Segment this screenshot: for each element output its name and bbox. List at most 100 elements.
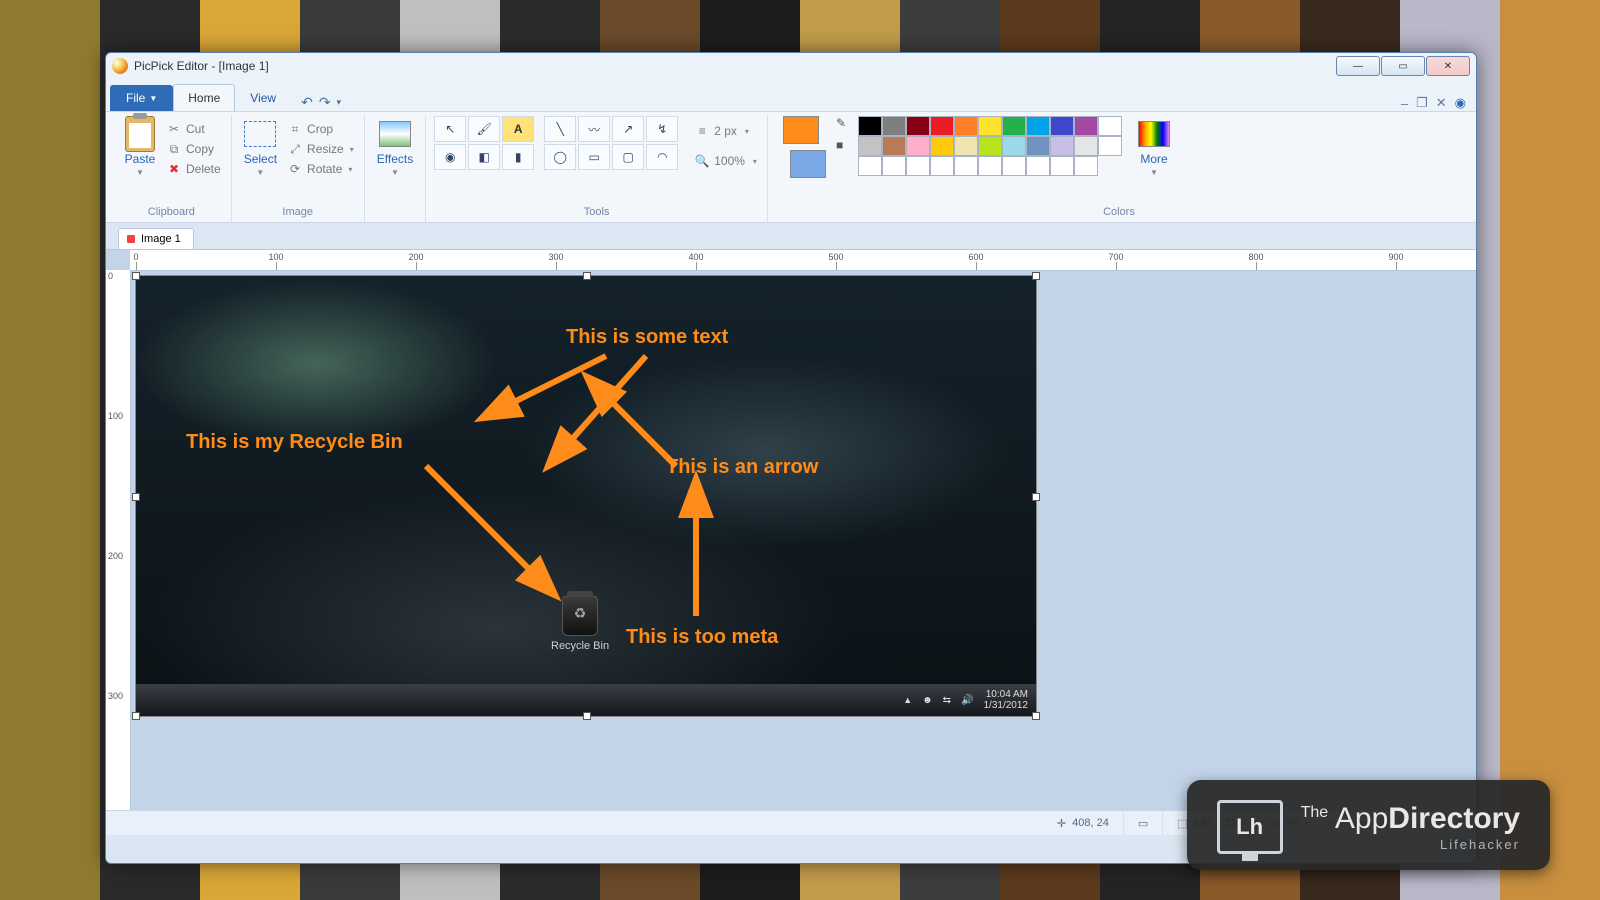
restore-window-button[interactable]: ❐ (1416, 95, 1428, 111)
tool-roundrect[interactable]: ▢ (612, 144, 644, 170)
black-swatch-icon[interactable]: ■ (836, 138, 846, 152)
recycle-bin-icon[interactable]: Recycle Bin (551, 596, 609, 652)
tray-arrow-icon[interactable]: ▲ (903, 695, 912, 705)
color-swatch[interactable] (978, 136, 1002, 156)
color-swatch[interactable] (930, 116, 954, 136)
titlebar[interactable]: PicPick Editor - [Image 1] — ▭ ✕ (106, 53, 1476, 79)
ruler-tick-label: 300 (548, 252, 563, 262)
color-swatch[interactable] (1074, 156, 1098, 176)
foreground-swatch[interactable] (783, 116, 819, 144)
minimize-ribbon-button[interactable]: – (1401, 96, 1408, 111)
tool-eraser[interactable]: ◧ (468, 144, 500, 170)
stroke-width-dropdown[interactable]: ≡2 px▾ (692, 122, 759, 140)
crop-button[interactable]: ⌗Crop (285, 120, 356, 138)
annotation-text[interactable]: This is some text (566, 326, 728, 349)
color-swatch[interactable] (954, 136, 978, 156)
line-weight-icon: ≡ (694, 123, 710, 139)
tray-network-icon[interactable]: ⇆ (943, 695, 951, 706)
zoom-dropdown[interactable]: 🔍100%▾ (692, 152, 759, 170)
tool-text[interactable]: A (502, 116, 534, 142)
cut-button[interactable]: ✂Cut (164, 120, 223, 138)
color-swatch[interactable] (858, 136, 882, 156)
color-swatch[interactable] (906, 116, 930, 136)
help-button[interactable]: ◉ (1455, 95, 1466, 111)
color-swatch[interactable] (1098, 116, 1122, 136)
annotation-text[interactable]: This is an arrow (666, 456, 818, 479)
tool-pointer[interactable]: ↖ (434, 116, 466, 142)
group-label: Colors (776, 204, 1462, 222)
tool-stamp[interactable]: ◉ (434, 144, 466, 170)
ruler-vertical[interactable]: 0100200300 (106, 270, 131, 810)
annotation-text[interactable]: This is too meta (626, 626, 778, 649)
ruler-tick-label: 0 (133, 252, 138, 262)
color-swatch[interactable] (906, 136, 930, 156)
canvas[interactable]: This is some text This is my Recycle Bin… (136, 276, 1036, 716)
color-swatch[interactable] (1026, 136, 1050, 156)
ruler-tick-label: 100 (108, 411, 123, 421)
group-tools: ↖ 🖌 A ◉ ◧ ▮ ╲ 〰 ↗ ↯ (426, 116, 768, 222)
file-menu-button[interactable]: File ▼ (110, 85, 173, 111)
eyedropper-icon[interactable]: ✎ (836, 116, 846, 130)
color-swatch[interactable] (1002, 156, 1026, 176)
background-swatch[interactable] (790, 150, 826, 178)
color-swatch[interactable] (858, 116, 882, 136)
color-swatch[interactable] (930, 156, 954, 176)
tool-line[interactable]: ╲ (544, 116, 576, 142)
maximize-button[interactable]: ▭ (1381, 56, 1425, 76)
tool-picker-1: ↖ 🖌 A ◉ ◧ ▮ (434, 116, 534, 170)
rotate-button[interactable]: ⟳Rotate▾ (285, 160, 356, 178)
color-swatch[interactable] (1002, 116, 1026, 136)
color-swatch[interactable] (954, 156, 978, 176)
minimize-button[interactable]: — (1336, 56, 1380, 76)
close-document-button[interactable]: ✕ (1436, 95, 1447, 111)
color-swatch[interactable] (882, 136, 906, 156)
tray-clock[interactable]: 10:04 AM 1/31/2012 (984, 689, 1029, 711)
undo-button[interactable]: ↶ (301, 94, 313, 111)
more-colors-button[interactable]: More ▼ (1134, 116, 1174, 179)
tool-rect[interactable]: ▭ (578, 144, 610, 170)
tool-ellipse[interactable]: ◯ (544, 144, 576, 170)
color-swatch[interactable] (882, 116, 906, 136)
tray-icon[interactable]: ☻ (922, 695, 933, 706)
qat-dropdown[interactable]: ▾ (337, 97, 342, 108)
annotation-text[interactable]: This is my Recycle Bin (186, 431, 403, 454)
tab-view[interactable]: View (235, 84, 291, 111)
color-swatch[interactable] (1098, 136, 1122, 156)
close-button[interactable]: ✕ (1426, 56, 1470, 76)
effects-button[interactable]: Effects ▼ (373, 116, 417, 179)
tab-home[interactable]: Home (173, 84, 235, 111)
delete-button[interactable]: ✖Delete (164, 160, 223, 178)
color-swatch[interactable] (1074, 136, 1098, 156)
color-swatch[interactable] (978, 116, 1002, 136)
copy-button[interactable]: ⧉Copy (164, 140, 223, 158)
color-swatch[interactable] (906, 156, 930, 176)
select-button[interactable]: Select ▼ (240, 116, 281, 179)
tool-brush[interactable]: 🖌 (468, 116, 500, 142)
group-clipboard: Paste ▼ ✂Cut ⧉Copy ✖Delete Clipboard (112, 116, 232, 222)
document-tab[interactable]: Image 1 (118, 228, 194, 249)
color-swatch[interactable] (858, 156, 882, 176)
color-swatch[interactable] (882, 156, 906, 176)
color-swatch[interactable] (1026, 116, 1050, 136)
group-label (373, 204, 417, 222)
tool-connector[interactable]: ↯ (646, 116, 678, 142)
color-swatch[interactable] (1002, 136, 1026, 156)
resize-button[interactable]: ⤢Resize▾ (285, 140, 356, 158)
color-swatch[interactable] (1050, 116, 1074, 136)
redo-button[interactable]: ↷ (319, 94, 331, 111)
ruler-horizontal[interactable]: 0100200300400500600700800900 (130, 250, 1476, 271)
color-swatch[interactable] (954, 116, 978, 136)
color-swatch[interactable] (1026, 156, 1050, 176)
color-swatch[interactable] (1050, 156, 1074, 176)
group-label: Tools (434, 204, 759, 222)
color-swatch[interactable] (1050, 136, 1074, 156)
tool-highlight[interactable]: ▮ (502, 144, 534, 170)
color-swatch[interactable] (978, 156, 1002, 176)
tray-volume-icon[interactable]: 🔊 (961, 695, 973, 706)
tool-callout[interactable]: ◠ (646, 144, 678, 170)
tool-arrow[interactable]: ↗ (612, 116, 644, 142)
tool-curve[interactable]: 〰 (578, 116, 610, 142)
paste-button[interactable]: Paste ▼ (120, 116, 160, 179)
color-swatch[interactable] (930, 136, 954, 156)
color-swatch[interactable] (1074, 116, 1098, 136)
